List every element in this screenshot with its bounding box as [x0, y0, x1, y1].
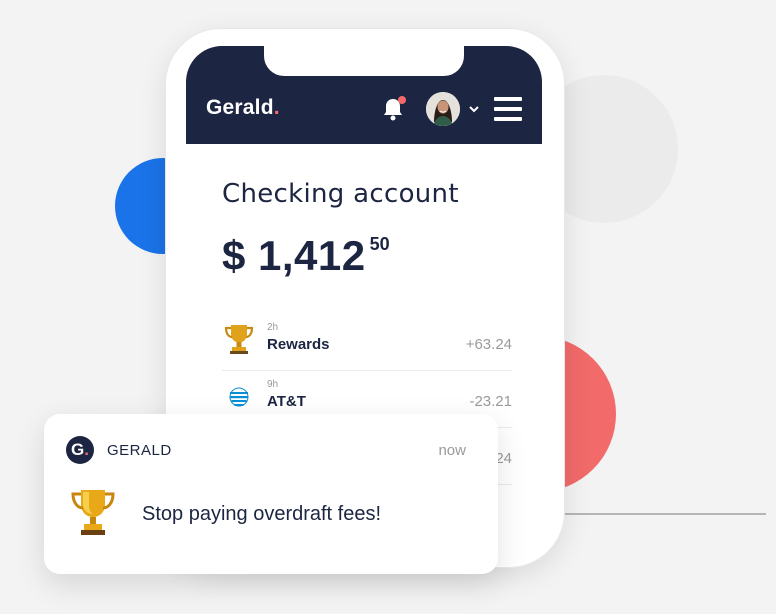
app-logo-dot: .	[273, 96, 280, 119]
trophy-icon	[224, 325, 254, 354]
transaction-row[interactable]: 2h Rewards +63.24	[222, 314, 512, 371]
transaction-time: 2h	[267, 322, 279, 333]
avatar[interactable]	[426, 92, 460, 126]
account-balance: $ 1,412 50	[222, 232, 390, 280]
push-notification[interactable]: G. GERALD now Stop paying overdraft fees…	[44, 414, 498, 574]
balance-amount: $ 1,412	[222, 232, 366, 279]
hamburger-menu-icon[interactable]	[494, 96, 522, 122]
phone-notch	[264, 46, 464, 76]
app-logo[interactable]: Gerald.	[206, 96, 280, 120]
app-header: Gerald.	[186, 46, 542, 144]
balance-cents: 50	[369, 234, 390, 254]
chevron-down-icon[interactable]	[468, 103, 480, 115]
app-logo-text: Gerald	[206, 96, 274, 119]
app-icon-letter: G	[71, 440, 85, 459]
app-icon-dot: .	[84, 440, 89, 459]
notification-message: Stop paying overdraft fees!	[142, 503, 382, 525]
att-logo-icon	[229, 387, 249, 407]
transaction-amount: +63.24	[465, 336, 512, 353]
account-title: Checking account	[222, 179, 459, 209]
transaction-name: Rewards	[267, 336, 330, 353]
transaction-name: AT&T	[267, 393, 306, 410]
transaction-time: 9h	[267, 379, 279, 390]
notification-time: now	[438, 442, 466, 459]
gerald-app-icon: G.	[66, 436, 94, 464]
transaction-amount: -23.21	[469, 393, 512, 410]
avatar-image	[426, 92, 460, 126]
trophy-icon	[71, 490, 115, 535]
notification-badge	[398, 96, 406, 104]
notification-app-name: GERALD	[107, 442, 172, 459]
